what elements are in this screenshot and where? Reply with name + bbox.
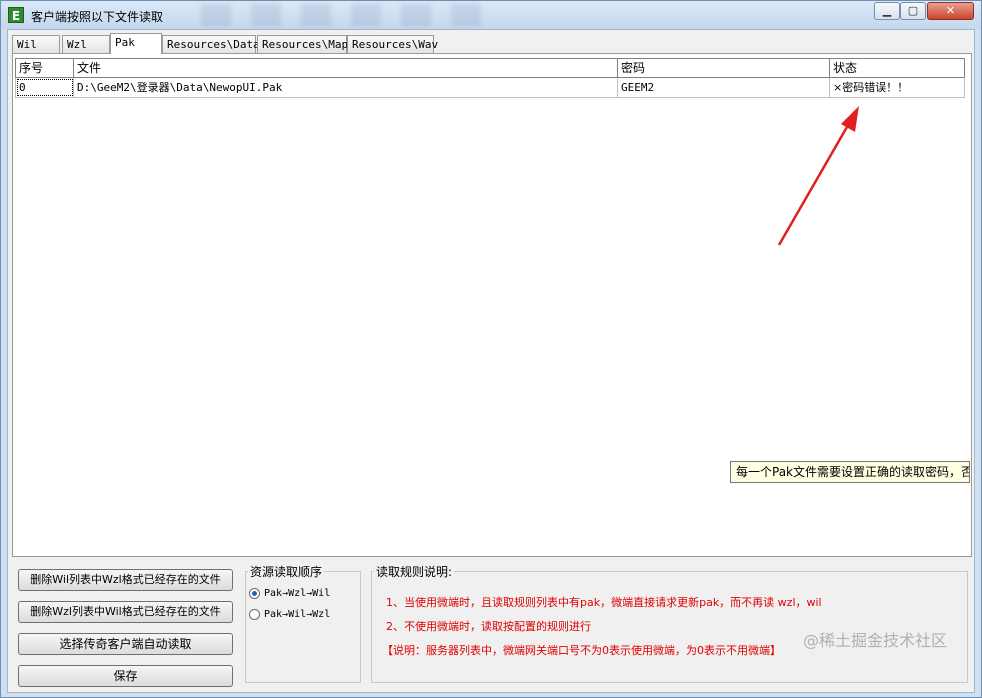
tab-resources-wav[interactable]: Resources\Wav — [347, 35, 438, 53]
delete-wil-duplicates-button[interactable]: 删除Wil列表中Wzl格式已经存在的文件 — [18, 569, 233, 591]
maximize-button[interactable]: ▢ — [900, 2, 926, 20]
cell-status[interactable]: ×密码错误！！ — [830, 78, 964, 97]
save-button[interactable]: 保存 — [18, 665, 233, 687]
read-order-group: 资源读取顺序 Pak→Wzl→Wil Pak→Wil→Wzl — [245, 563, 361, 685]
tab-wzl[interactable]: Wzl — [62, 35, 110, 53]
read-order-label: 资源读取顺序 — [248, 563, 325, 580]
pak-file-table[interactable]: 序号 文件 密码 状态 0 D:\GeeM2\登录器\Data\NewopUI.… — [15, 58, 965, 98]
rule-line-1: 1、当使用微端时，且读取规则列表中有pak，微端直接请求更新pak，而不再读 w… — [386, 596, 822, 609]
radio-label: Pak→Wzl→Wil — [264, 588, 331, 599]
cell-password[interactable]: GEEM2 — [618, 78, 830, 97]
watermark: @稀土掘金技术社区 — [803, 631, 948, 650]
tab-resources-data[interactable]: Resources\Data — [162, 35, 260, 53]
rules-group: 读取规则说明: 1、当使用微端时，且读取规则列表中有pak，微端直接请求更新pa… — [371, 563, 968, 685]
rule-line-2: 2、不使用微端时，读取按配置的规则进行 — [386, 620, 591, 633]
client-area: Wil Wzl Pak Resources\Data Resources\Map… — [7, 29, 975, 693]
radio-button[interactable] — [249, 587, 260, 599]
header-password[interactable]: 密码 — [618, 59, 830, 78]
cell-index[interactable]: 0 — [16, 78, 74, 97]
window-title: 客户端按照以下文件读取 — [31, 10, 164, 24]
close-button[interactable]: ✕ — [927, 2, 974, 20]
minimize-button[interactable]: ▁ — [874, 2, 900, 20]
delete-wzl-duplicates-button[interactable]: 删除Wzl列表中Wil格式已经存在的文件 — [18, 601, 233, 623]
radio-button[interactable] — [249, 608, 260, 620]
tab-wil[interactable]: Wil — [12, 35, 60, 53]
radio-label: Pak→Wil→Wzl — [264, 609, 331, 620]
table-header: 序号 文件 密码 状态 — [15, 58, 965, 78]
select-client-button[interactable]: 选择传奇客户端自动读取 — [18, 633, 233, 655]
radio-option-pak-wzl-wil[interactable]: Pak→Wzl→Wil — [249, 586, 330, 602]
tooltip: 每一个Pak文件需要设置正确的读取密码，否则 — [730, 461, 970, 483]
header-status[interactable]: 状态 — [830, 59, 964, 78]
header-index[interactable]: 序号 — [16, 59, 74, 78]
rules-label: 读取规则说明: — [374, 563, 455, 580]
radio-option-pak-wil-wzl[interactable]: Pak→Wil→Wzl — [249, 607, 330, 623]
bottom-panel: 删除Wil列表中Wzl格式已经存在的文件 删除Wzl列表中Wil格式已经存在的文… — [12, 561, 972, 689]
title-bar[interactable]: E 客户端按照以下文件读取 ▁ ▢ ✕ — [1, 1, 981, 29]
tab-resources-map[interactable]: Resources\Map — [257, 35, 348, 53]
table-row[interactable]: 0 D:\GeeM2\登录器\Data\NewopUI.Pak GEEM2 ×密… — [15, 78, 965, 98]
header-file[interactable]: 文件 — [74, 59, 618, 78]
tab-pak[interactable]: Pak — [110, 33, 162, 54]
blurred-region — [201, 3, 501, 27]
rule-line-3: 【说明：服务器列表中，微端网关端口号不为0表示使用微端，为0表示不用微端】 — [382, 644, 781, 657]
cell-file[interactable]: D:\GeeM2\登录器\Data\NewopUI.Pak — [74, 78, 618, 97]
app-icon: E — [8, 7, 24, 23]
app-window: E 客户端按照以下文件读取 ▁ ▢ ✕ Wil Wzl Pak Resource… — [0, 0, 982, 698]
